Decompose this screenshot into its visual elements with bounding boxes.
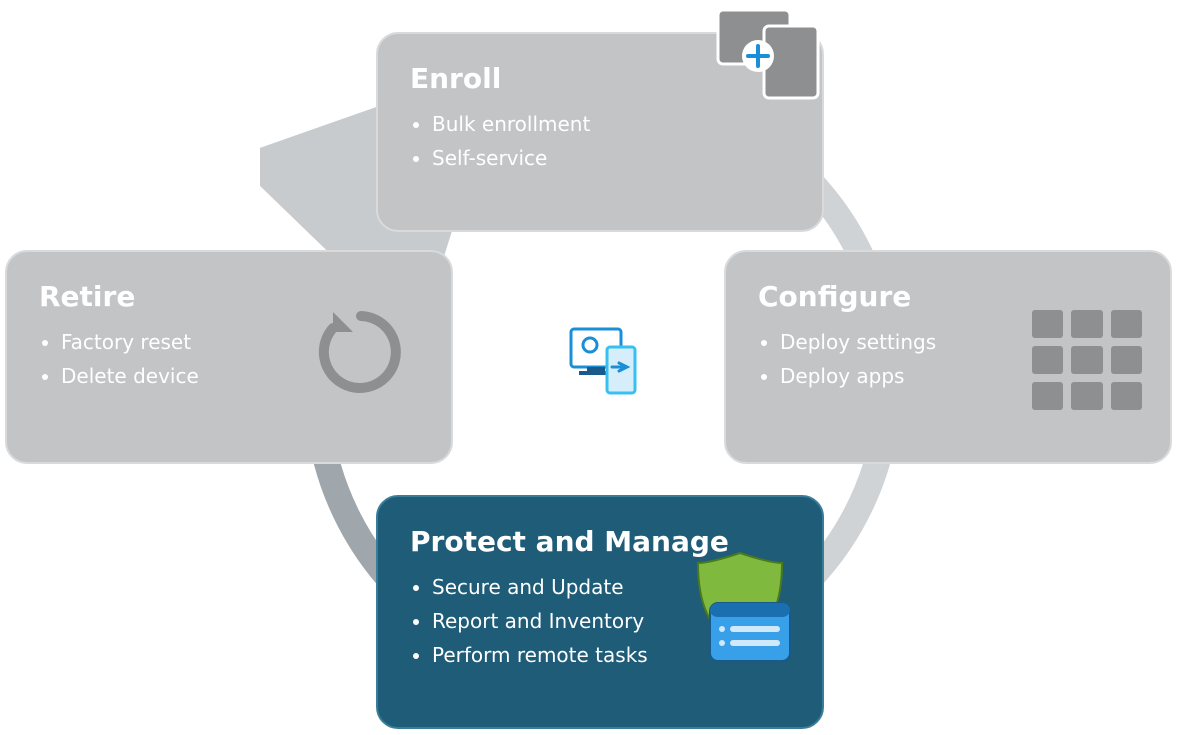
shield-list-icon [680, 549, 800, 669]
card-retire: Retire Factory reset Delete device [5, 250, 453, 464]
lifecycle-diagram: Enroll Bulk enrollment Self-service Conf… [0, 0, 1200, 735]
devices-plus-icon [712, 4, 832, 104]
apps-grid-icon [1032, 310, 1142, 410]
card-title-configure: Configure [758, 280, 1138, 313]
card-configure: Configure Deploy settings Deploy apps [724, 250, 1172, 464]
card-protect-manage: Protect and Manage Secure and Update Rep… [376, 495, 824, 729]
enroll-item-0: Bulk enrollment [432, 107, 790, 141]
card-enroll: Enroll Bulk enrollment Self-service [376, 32, 824, 232]
intune-monitor-icon [565, 323, 645, 403]
reset-cycle-icon [311, 302, 411, 402]
enroll-item-1: Self-service [432, 141, 790, 175]
card-items-enroll: Bulk enrollment Self-service [410, 107, 790, 175]
